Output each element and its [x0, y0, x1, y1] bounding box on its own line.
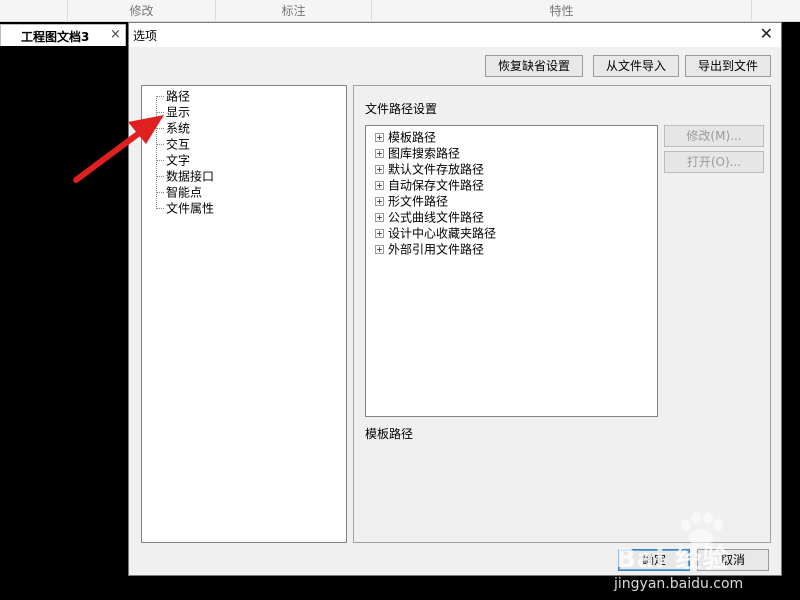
expand-plus-icon[interactable]: [375, 229, 384, 238]
tree-item-smart-point[interactable]: 智能点: [156, 184, 202, 200]
restore-defaults-button[interactable]: 恢复缺省设置: [485, 55, 583, 77]
tree-item-label: 交互: [166, 137, 191, 152]
expand-plus-icon[interactable]: [375, 197, 384, 206]
file-path-settings-group: 文件路径设置 模板路径 图库搜索路径 默认文件存放路径 自动保存文件路径 形文件…: [353, 85, 771, 543]
import-from-file-button[interactable]: 从文件导入: [593, 55, 679, 77]
baidu-watermark: Bai 经验 jingyan.baidu.com: [610, 508, 790, 598]
watermark-url: jingyan.baidu.com: [614, 576, 744, 592]
group-title: 文件路径设置: [365, 102, 438, 116]
open-path-button[interactable]: 打开(O)...: [664, 151, 764, 173]
expand-plus-icon[interactable]: [375, 165, 384, 174]
tree-item-system[interactable]: 系统: [156, 120, 190, 136]
tree-item-label: 数据接口: [166, 169, 215, 184]
selected-path-description: 模板路径: [365, 427, 414, 441]
path-item[interactable]: 自动保存文件路径: [375, 177, 484, 193]
tree-item-label: 智能点: [166, 185, 203, 200]
tree-item-path[interactable]: 路径: [156, 88, 190, 104]
tree-item-label: 文件属性: [166, 201, 215, 216]
expand-plus-icon[interactable]: [375, 133, 384, 142]
ribbon-cell-blank: [0, 0, 68, 22]
dialog-close-icon[interactable]: ✕: [760, 24, 773, 43]
ribbon-cell-end: [752, 0, 800, 22]
export-to-file-button[interactable]: 导出到文件: [685, 55, 771, 77]
document-tab-title: 工程图文档3: [21, 30, 90, 44]
expand-plus-icon[interactable]: [375, 181, 384, 190]
path-item[interactable]: 设计中心收藏夹路径: [375, 225, 496, 241]
modify-path-button[interactable]: 修改(M)...: [664, 125, 764, 147]
tree-item-data-interface[interactable]: 数据接口: [156, 168, 214, 184]
tree-item-interaction[interactable]: 交互: [156, 136, 190, 152]
tree-item-label: 文字: [166, 153, 191, 168]
ribbon-group-properties[interactable]: 特性: [372, 0, 752, 22]
document-tab-close-icon[interactable]: ×: [110, 27, 121, 42]
ribbon-group-modify[interactable]: 修改: [68, 0, 216, 22]
dialog-title: 选项: [133, 29, 158, 43]
path-item[interactable]: 外部引用文件路径: [375, 241, 484, 257]
tree-item-label: 显示: [166, 105, 191, 120]
path-item[interactable]: 模板路径: [375, 129, 436, 145]
options-dialog: 选项 ✕ 恢复缺省设置 从文件导入 导出到文件 路径 显示 系统 交互 文字 数…: [128, 22, 782, 576]
options-category-tree: 路径 显示 系统 交互 文字 数据接口 智能点 文件属性: [141, 85, 347, 543]
dialog-titlebar[interactable]: 选项 ✕: [129, 23, 781, 47]
tree-item-display[interactable]: 显示: [156, 104, 190, 120]
watermark-text: Bai 经验: [616, 544, 730, 574]
expand-plus-icon[interactable]: [375, 245, 384, 254]
tree-item-label: 路径: [166, 89, 191, 104]
path-item[interactable]: 图库搜索路径: [375, 145, 460, 161]
path-item[interactable]: 形文件路径: [375, 193, 448, 209]
expand-plus-icon[interactable]: [375, 213, 384, 222]
path-item[interactable]: 默认文件存放路径: [375, 161, 484, 177]
expand-plus-icon[interactable]: [375, 149, 384, 158]
tree-item-label: 系统: [166, 121, 191, 136]
ribbon-group-dimension[interactable]: 标注: [216, 0, 372, 22]
path-tree-list[interactable]: 模板路径 图库搜索路径 默认文件存放路径 自动保存文件路径 形文件路径 公式曲线…: [365, 125, 658, 417]
path-item[interactable]: 公式曲线文件路径: [375, 209, 484, 225]
tree-item-text[interactable]: 文字: [156, 152, 190, 168]
tree-item-file-properties[interactable]: 文件属性: [156, 200, 214, 216]
ribbon-header: 修改 标注 特性: [0, 0, 800, 22]
document-tab[interactable]: 工程图文档3 ×: [0, 24, 126, 46]
